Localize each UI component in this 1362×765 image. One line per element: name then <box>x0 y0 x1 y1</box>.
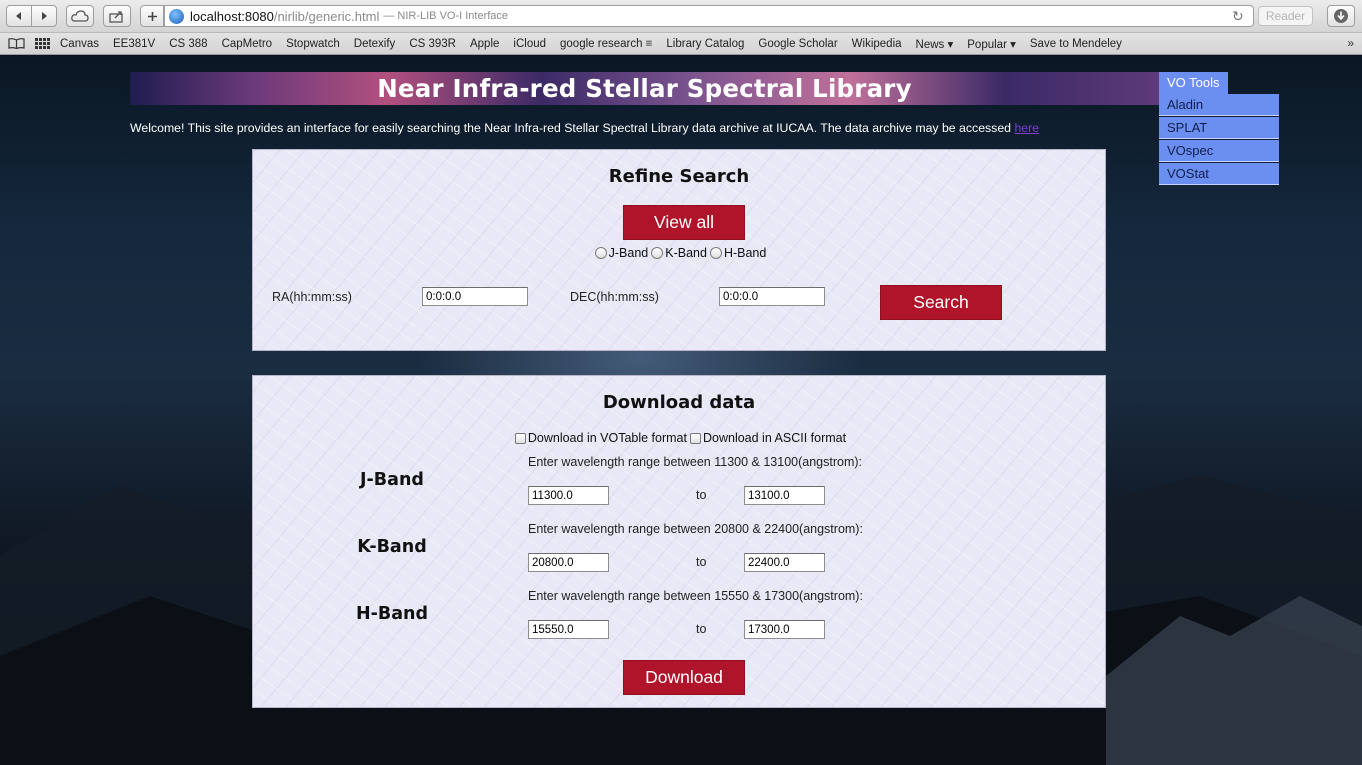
dec-input[interactable] <box>719 287 825 306</box>
votable-checkbox[interactable] <box>514 432 526 444</box>
cloud-icon <box>71 10 89 22</box>
ra-label: RA(hh:mm:ss) <box>272 290 352 304</box>
j-band-range-text: Enter wavelength range between 11300 & 1… <box>528 455 863 469</box>
bookmark-item[interactable]: Wikipedia <box>852 38 902 50</box>
k-band-range-text: Enter wavelength range between 20800 & 2… <box>528 522 863 536</box>
download-button[interactable]: Download <box>623 660 745 695</box>
title-banner: Near Infra-red Stellar Spectral Library <box>130 72 1159 105</box>
radio-j-band[interactable] <box>594 247 607 259</box>
bookmark-item[interactable]: CS 393R <box>409 38 456 50</box>
radio-label: K-Band <box>665 246 707 260</box>
bookmark-item[interactable]: CS 388 <box>169 38 207 50</box>
radio-h-band[interactable] <box>709 247 722 259</box>
search-button[interactable]: Search <box>880 285 1002 320</box>
bookmark-item[interactable]: iCloud <box>513 38 546 50</box>
icloud-tabs-button[interactable] <box>66 5 94 27</box>
bookmark-item[interactable]: EE381V <box>113 38 155 50</box>
forward-button[interactable] <box>31 5 57 27</box>
to-label: to <box>696 555 707 569</box>
band-radio-group: J-Band K-Band H-Band <box>253 246 1105 260</box>
browser-toolbar: localhost:8080 /nirlib/generic.html — NI… <box>0 0 1362 33</box>
votable-label: Download in VOTable format <box>527 431 687 445</box>
download-data-title: Download data <box>602 392 756 413</box>
reader-button[interactable]: Reader <box>1258 6 1313 26</box>
j-band-from-input[interactable] <box>528 486 609 505</box>
downloads-button[interactable] <box>1327 5 1355 27</box>
bookmark-item[interactable]: Library Catalog <box>666 38 744 50</box>
k-band-from-input[interactable] <box>528 553 609 572</box>
bookmark-item[interactable]: Google Scholar <box>758 38 837 50</box>
archive-link[interactable]: here <box>1014 121 1039 135</box>
h-band-to-input[interactable] <box>744 620 825 639</box>
format-checkbox-group: Download in VOTable format Download in A… <box>253 431 1105 445</box>
back-arrow-icon <box>16 12 21 20</box>
reading-list-icon[interactable] <box>8 38 25 49</box>
ra-input[interactable] <box>422 287 528 306</box>
page-content: Near Infra-red Stellar Spectral Library … <box>0 56 1362 765</box>
vo-tools-menu: VO Tools Aladin SPLAT VOspec VOStat <box>1159 72 1279 186</box>
radio-k-band[interactable] <box>651 247 664 259</box>
bookmark-item[interactable]: Canvas <box>60 38 99 50</box>
url-host: localhost:8080 <box>190 8 274 24</box>
radio-label: H-Band <box>723 246 767 260</box>
vo-tools-heading[interactable]: VO Tools <box>1159 72 1228 94</box>
vo-tool-vospec[interactable]: VOspec <box>1159 140 1279 162</box>
radio-label: J-Band <box>608 246 649 260</box>
add-bookmark-button[interactable] <box>140 5 164 27</box>
j-band-to-input[interactable] <box>744 486 825 505</box>
globe-icon <box>169 8 184 24</box>
bookmark-item[interactable]: Save to Mendeley <box>1030 38 1122 50</box>
bookmark-item[interactable]: Apple <box>470 38 499 50</box>
h-band-label: H-Band <box>355 604 429 624</box>
page-title-in-url: — NIR-LIB VO-I Interface <box>383 10 509 22</box>
plus-icon <box>147 11 157 21</box>
vo-tool-aladin[interactable]: Aladin <box>1159 94 1279 116</box>
bookmark-item[interactable]: Detexify <box>354 38 396 50</box>
vo-tool-splat[interactable]: SPLAT <box>1159 117 1279 139</box>
ascii-label: Download in ASCII format <box>702 431 847 445</box>
share-icon <box>109 10 123 23</box>
bookmark-item[interactable]: google research ≡ <box>560 38 652 50</box>
bookmark-item[interactable]: News ▾ <box>916 37 954 51</box>
j-band-label: J-Band <box>360 470 424 490</box>
address-bar[interactable]: localhost:8080 /nirlib/generic.html — NI… <box>164 5 1254 27</box>
bookmarks-overflow-button[interactable]: » <box>1347 36 1354 50</box>
top-sites-grid-icon[interactable] <box>35 38 50 49</box>
download-data-panel: Download data Download in VOTable format… <box>252 375 1106 708</box>
h-band-range-text: Enter wavelength range between 15550 & 1… <box>528 589 863 603</box>
refine-search-panel: Refine Search View all J-Band K-Band H-B… <box>252 149 1106 351</box>
site-title: Near Infra-red Stellar Spectral Library <box>377 74 912 103</box>
k-band-label: K-Band <box>357 537 427 557</box>
dec-label: DEC(hh:mm:ss) <box>570 290 659 304</box>
bookmarks-bar: Canvas EE381V CS 388 CapMetro Stopwatch … <box>0 33 1362 55</box>
vo-tool-vostat[interactable]: VOStat <box>1159 163 1279 185</box>
url-path: /nirlib/generic.html <box>273 8 380 24</box>
refine-search-title: Refine Search <box>608 166 750 187</box>
welcome-text: Welcome! This site provides an interface… <box>130 121 1015 135</box>
bookmark-item[interactable]: CapMetro <box>222 38 273 50</box>
h-band-from-input[interactable] <box>528 620 609 639</box>
back-button[interactable] <box>6 5 32 27</box>
reload-icon[interactable]: ↻ <box>1232 8 1244 25</box>
view-all-button[interactable]: View all <box>623 205 745 240</box>
download-arrow-icon <box>1334 9 1348 23</box>
to-label: to <box>696 488 707 502</box>
k-band-to-input[interactable] <box>744 553 825 572</box>
share-button[interactable] <box>103 5 131 27</box>
to-label: to <box>696 622 707 636</box>
ascii-checkbox[interactable] <box>689 432 701 444</box>
bookmark-item[interactable]: Stopwatch <box>286 38 340 50</box>
bookmark-item[interactable]: Popular ▾ <box>967 37 1016 51</box>
welcome-message: Welcome! This site provides an interface… <box>130 121 1039 135</box>
forward-arrow-icon <box>42 12 47 20</box>
